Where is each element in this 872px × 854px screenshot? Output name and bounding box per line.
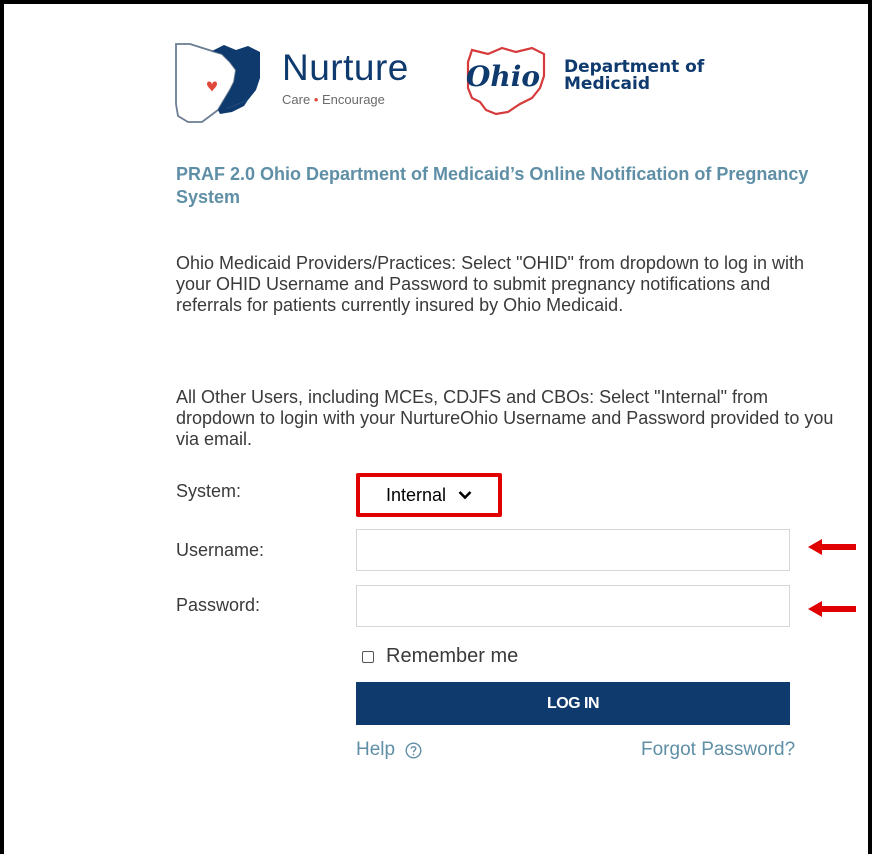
providers-instructions: Ohio Medicaid Providers/Practices: Selec… <box>176 253 805 315</box>
nurture-brand-word: Nurture <box>282 47 409 88</box>
password-input[interactable] <box>356 585 790 627</box>
username-input[interactable] <box>356 529 790 571</box>
tagline-separator: • <box>313 92 319 107</box>
department-line-2: Medicaid <box>564 74 650 94</box>
system-select-value-wrap: Internal <box>386 485 472 506</box>
brand-tagline: Care • Encourage <box>282 92 385 107</box>
help-link[interactable]: Help <box>356 739 422 761</box>
arrow-left-icon <box>808 539 856 555</box>
question-circle-icon <box>405 741 422 759</box>
login-button[interactable]: LOG IN <box>356 682 790 725</box>
tagline-care: Care <box>282 92 311 107</box>
system-select-value: Internal <box>385 484 447 505</box>
arrow-left-icon <box>808 601 856 617</box>
username-label: Username: <box>176 540 265 560</box>
remember-me-checkbox[interactable] <box>362 650 374 663</box>
department-name: Department of Medicaid <box>564 59 704 93</box>
system-select[interactable]: Internal <box>356 473 502 517</box>
password-label: Password: <box>176 595 261 615</box>
chevron-down-icon <box>458 491 472 500</box>
help-label: Help <box>356 739 396 760</box>
other-users-instructions: All Other Users, including MCEs, CDJFS a… <box>176 387 834 449</box>
ohio-map-heart-icon <box>175 43 260 123</box>
remember-me-row[interactable]: Remember me <box>362 645 518 668</box>
remember-me-label: Remember me <box>386 645 519 667</box>
ohio-script-logo: Ohio <box>466 46 546 116</box>
ohio-script-text: Ohio <box>466 60 540 93</box>
page-heading: PRAF 2.0 Ohio Department of Medicaid’s O… <box>176 164 809 207</box>
tagline-encourage: Encourage <box>322 92 385 107</box>
forgot-password-link[interactable]: Forgot Password? <box>641 739 795 761</box>
system-label: System: <box>176 481 242 501</box>
